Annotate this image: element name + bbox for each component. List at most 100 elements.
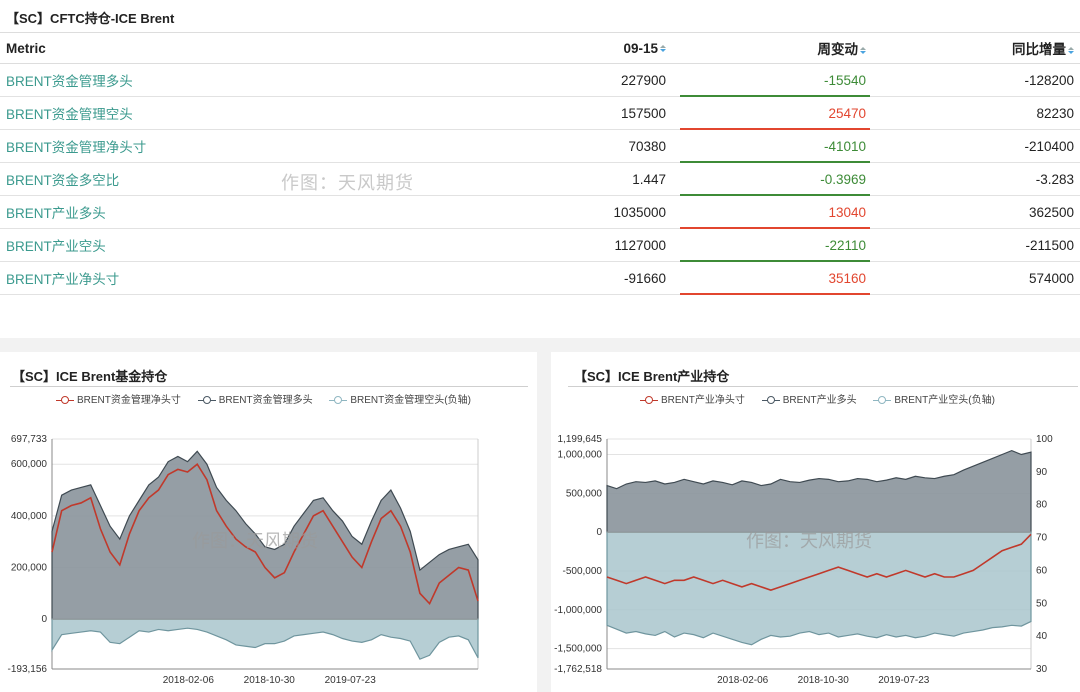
chart-watermark: 作图：天风期货 bbox=[192, 531, 318, 551]
metric-name[interactable]: BRENT资金多空比 bbox=[0, 162, 532, 196]
y-tick-label: 600,000 bbox=[11, 459, 48, 470]
table-watermark: 作图：天风期货 bbox=[281, 173, 414, 193]
weekly-change-value: 35160 bbox=[828, 270, 866, 286]
table-row: BRENT产业空头 1127000 -22110 -211500 bbox=[0, 228, 1080, 262]
y2-tick-label: 100 bbox=[1036, 434, 1053, 445]
change-indicator-bar bbox=[680, 293, 870, 295]
metric-name[interactable]: BRENT产业净头寸 bbox=[0, 261, 532, 295]
weekly-change-cell: 13040 bbox=[672, 195, 872, 229]
y-tick-label: 500,000 bbox=[566, 488, 603, 499]
fund-chart-legend: BRENT资金管理净头寸 BRENT资金管理多头 BRENT资金管理空头(负轴) bbox=[56, 391, 485, 406]
yoy-value: -211500 bbox=[872, 228, 1080, 262]
table-row: BRENT产业多头 1035000 13040 362500 bbox=[0, 195, 1080, 229]
yoy-value: -128200 bbox=[872, 63, 1080, 97]
weekly-change-cell: 25470 bbox=[672, 96, 872, 130]
metric-value: 227900 bbox=[532, 63, 672, 97]
sort-icon[interactable] bbox=[860, 46, 866, 54]
yoy-value: 574000 bbox=[872, 261, 1080, 295]
weekly-change-cell: 35160 bbox=[672, 261, 872, 295]
industry-chart-title-rule bbox=[568, 386, 1078, 387]
industry-chart-legend: BRENT产业净头寸 BRENT产业多头 BRENT产业空头(负轴) bbox=[640, 391, 1009, 406]
metric-name[interactable]: BRENT资金管理多头 bbox=[0, 63, 532, 97]
y-tick-label: -1,500,000 bbox=[554, 644, 602, 655]
metric-value: 1035000 bbox=[532, 195, 672, 229]
x-tick-label: 2018-10-30 bbox=[798, 675, 850, 686]
table-row: BRENT资金管理多头 227900 -15540 -128200 bbox=[0, 63, 1080, 97]
industry-position-chart: 1,199,645 1,000,000 500,000 0 -500,000 -1,000… bbox=[554, 434, 1053, 686]
y2-tick-label: 60 bbox=[1036, 565, 1048, 576]
y-tick-label: -1,762,518 bbox=[554, 664, 602, 675]
long-position-area bbox=[606, 449, 1032, 533]
table-row: BRENT资金多空比 1.447 -0.3969 -3.283 bbox=[0, 162, 1080, 196]
legend-item-fund-long[interactable]: BRENT资金管理多头 bbox=[197, 391, 313, 406]
metrics-table: Metric 09-15 周变动 同比增量 BRENT资金管理多头 227900 -… bbox=[0, 32, 1080, 295]
column-header-date[interactable]: 09-15 bbox=[532, 32, 672, 64]
x-tick-label: 2018-10-30 bbox=[244, 675, 296, 686]
panel-divider bbox=[537, 338, 551, 692]
y-tick-label: 200,000 bbox=[11, 562, 48, 573]
y-tick-label: 0 bbox=[41, 614, 47, 625]
x-tick-label: 2019-07-23 bbox=[878, 675, 930, 686]
metric-name[interactable]: BRENT资金管理净头寸 bbox=[0, 129, 532, 163]
yoy-value: 362500 bbox=[872, 195, 1080, 229]
legend-item-fund-net[interactable]: BRENT资金管理净头寸 bbox=[56, 391, 181, 406]
fund-position-chart: 697,733 600,000 400,000 200,000 0 -193,156 201… bbox=[8, 434, 479, 686]
sort-icon[interactable] bbox=[1068, 46, 1074, 54]
y-tick-label: 1,199,645 bbox=[558, 434, 603, 445]
metric-value: 1127000 bbox=[532, 228, 672, 262]
chart-watermark: 作图：天风期货 bbox=[746, 531, 872, 551]
y2-tick-label: 90 bbox=[1036, 467, 1048, 478]
weekly-change-value: -15540 bbox=[823, 72, 866, 88]
legend-marker-icon bbox=[873, 396, 892, 405]
yoy-value: -210400 bbox=[872, 129, 1080, 163]
legend-marker-icon bbox=[761, 396, 780, 405]
column-header-yoy[interactable]: 同比增量 bbox=[872, 32, 1080, 64]
weekly-change-cell: -0.3969 bbox=[672, 162, 872, 196]
y2-tick-label: 70 bbox=[1036, 533, 1048, 544]
metric-value: 1.447 bbox=[532, 162, 672, 196]
short-position-area bbox=[51, 618, 479, 660]
legend-marker-icon bbox=[56, 396, 74, 405]
legend-item-industry-short[interactable]: BRENT产业空头(负轴) bbox=[873, 391, 995, 406]
x-tick-label: 2018-02-06 bbox=[163, 675, 215, 686]
y-tick-label: 400,000 bbox=[11, 511, 48, 522]
legend-item-fund-short[interactable]: BRENT资金管理空头(负轴) bbox=[329, 391, 471, 406]
table-row: BRENT产业净头寸 -91660 35160 574000 bbox=[0, 261, 1080, 295]
metric-value: -91660 bbox=[532, 261, 672, 295]
yoy-value: 82230 bbox=[872, 96, 1080, 130]
column-header-weekly-change[interactable]: 周变动 bbox=[672, 32, 872, 64]
fund-chart-title-rule bbox=[10, 386, 528, 387]
table-row: BRENT资金管理净头寸 70380 -41010 -210400 bbox=[0, 129, 1080, 163]
metric-name[interactable]: BRENT资金管理空头 bbox=[0, 96, 532, 130]
yoy-value: -3.283 bbox=[872, 162, 1080, 196]
legend-marker-icon bbox=[329, 396, 348, 405]
y2-tick-label: 80 bbox=[1036, 500, 1048, 511]
metric-name[interactable]: BRENT产业空头 bbox=[0, 228, 532, 262]
y-tick-label: 0 bbox=[596, 527, 602, 538]
weekly-change-value: -22110 bbox=[824, 237, 866, 253]
y2-tick-label: 50 bbox=[1036, 598, 1048, 609]
industry-chart-title: 【SC】ICE Brent产业持仓 bbox=[574, 369, 730, 384]
y-tick-label: 697,733 bbox=[11, 434, 48, 445]
y-tick-label: -500,000 bbox=[563, 566, 603, 577]
table-row: BRENT资金管理空头 157500 25470 82230 bbox=[0, 96, 1080, 130]
weekly-change-cell: -41010 bbox=[672, 129, 872, 163]
table-header-row: Metric 09-15 周变动 同比增量 bbox=[0, 32, 1080, 64]
weekly-change-value: 13040 bbox=[828, 204, 866, 220]
x-tick-label: 2019-07-23 bbox=[325, 675, 377, 686]
legend-marker-icon bbox=[197, 396, 216, 405]
table-title: 【SC】CFTC持仓-ICE Brent bbox=[6, 11, 175, 26]
metric-value: 70380 bbox=[532, 129, 672, 163]
sort-icon[interactable] bbox=[660, 45, 666, 53]
column-header-metric[interactable]: Metric bbox=[0, 32, 532, 64]
y-tick-label: -1,000,000 bbox=[554, 605, 602, 616]
legend-item-industry-long[interactable]: BRENT产业多头 bbox=[761, 391, 857, 406]
metric-name[interactable]: BRENT产业多头 bbox=[0, 195, 532, 229]
weekly-change-cell: -15540 bbox=[672, 63, 872, 97]
legend-item-industry-net[interactable]: BRENT产业净头寸 bbox=[640, 391, 745, 406]
metric-value: 157500 bbox=[532, 96, 672, 130]
weekly-change-value: -0.3969 bbox=[820, 171, 866, 187]
weekly-change-value: -41010 bbox=[823, 138, 866, 154]
legend-marker-icon bbox=[640, 396, 658, 405]
fund-chart-title: 【SC】ICE Brent基金持仓 bbox=[12, 369, 168, 384]
